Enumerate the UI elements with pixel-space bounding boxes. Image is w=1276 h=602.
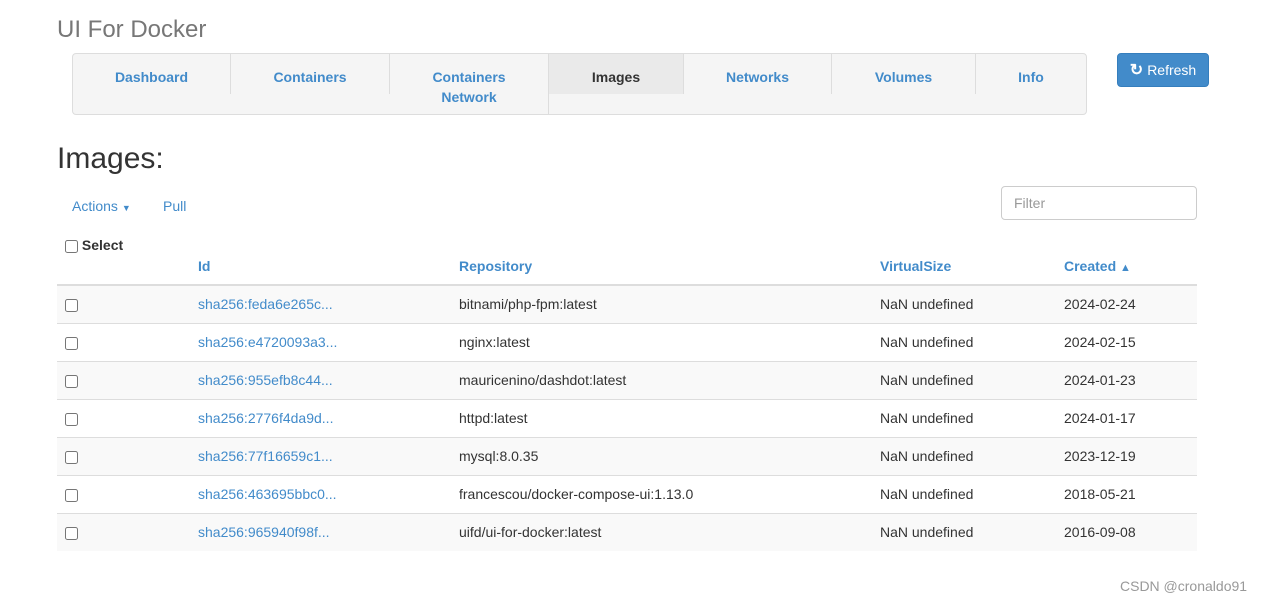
- table-row: sha256:77f16659c1... mysql:8.0.35 NaN un…: [57, 436, 1197, 475]
- images-table: Select Id Repository VirtualSize Created…: [57, 232, 1197, 551]
- size-cell: NaN undefined: [872, 360, 1056, 399]
- filter-input[interactable]: [1001, 186, 1197, 220]
- repository-header[interactable]: Repository: [451, 232, 872, 286]
- tab-dashboard[interactable]: Dashboard: [73, 54, 231, 94]
- repository-cell: mauricenino/dashdot:latest: [451, 360, 872, 399]
- tab-networks[interactable]: Networks: [684, 54, 832, 94]
- created-cell: 2018-05-21: [1056, 474, 1197, 513]
- row-checkbox[interactable]: [65, 412, 78, 426]
- id-header[interactable]: Id: [190, 232, 451, 286]
- repository-cell: nginx:latest: [451, 322, 872, 361]
- select-all-checkbox[interactable]: [65, 239, 78, 253]
- created-cell: 2024-02-24: [1056, 284, 1197, 323]
- image-id-link[interactable]: sha256:463695bbc0...: [198, 486, 337, 502]
- size-cell: NaN undefined: [872, 398, 1056, 437]
- repository-cell: bitnami/php-fpm:latest: [451, 284, 872, 323]
- repository-cell: francescou/docker-compose-ui:1.13.0: [451, 474, 872, 513]
- image-id-link[interactable]: sha256:2776f4da9d...: [198, 410, 333, 426]
- row-checkbox[interactable]: [65, 527, 78, 541]
- refresh-icon: ↻: [1129, 62, 1144, 79]
- virtualsize-header[interactable]: VirtualSize: [872, 232, 1056, 286]
- app-title: UI For Docker: [57, 16, 207, 43]
- image-id-link[interactable]: sha256:77f16659c1...: [198, 448, 333, 464]
- tab-volumes[interactable]: Volumes: [832, 54, 976, 94]
- size-cell: NaN undefined: [872, 474, 1056, 513]
- table-row: sha256:2776f4da9d... httpd:latest NaN un…: [57, 398, 1197, 437]
- image-id-link[interactable]: sha256:965940f98f...: [198, 524, 330, 540]
- size-cell: NaN undefined: [872, 284, 1056, 323]
- created-cell: 2024-02-15: [1056, 322, 1197, 361]
- created-cell: 2016-09-08: [1056, 512, 1197, 551]
- table-row: sha256:feda6e265c... bitnami/php-fpm:lat…: [57, 284, 1197, 323]
- refresh-button[interactable]: ↻ Refresh: [1117, 53, 1209, 87]
- repository-cell: httpd:latest: [451, 398, 872, 437]
- row-checkbox[interactable]: [65, 450, 78, 464]
- created-cell: 2023-12-19: [1056, 436, 1197, 475]
- pull-button[interactable]: Pull: [163, 198, 186, 214]
- main-nav: Dashboard Containers Containers Network …: [72, 53, 1087, 115]
- actions-dropdown[interactable]: Actions ▼: [72, 198, 131, 214]
- watermark: CSDN @cronaldo91: [1120, 578, 1248, 594]
- image-id-link[interactable]: sha256:955efb8c44...: [198, 372, 333, 388]
- tab-containers[interactable]: Containers: [231, 54, 390, 94]
- table-row: sha256:e4720093a3... nginx:latest NaN un…: [57, 322, 1197, 361]
- size-cell: NaN undefined: [872, 322, 1056, 361]
- tab-containers-network[interactable]: Containers Network: [390, 54, 549, 114]
- tab-images[interactable]: Images: [549, 54, 684, 94]
- table-row: sha256:955efb8c44... mauricenino/dashdot…: [57, 360, 1197, 399]
- repository-cell: uifd/ui-for-docker:latest: [451, 512, 872, 551]
- created-cell: 2024-01-23: [1056, 360, 1197, 399]
- size-cell: NaN undefined: [872, 512, 1056, 551]
- table-row: sha256:463695bbc0... francescou/docker-c…: [57, 474, 1197, 513]
- row-checkbox[interactable]: [65, 299, 78, 313]
- row-checkbox[interactable]: [65, 488, 78, 502]
- size-cell: NaN undefined: [872, 436, 1056, 475]
- row-checkbox[interactable]: [65, 336, 78, 350]
- page-title: Images:: [57, 142, 164, 175]
- row-checkbox[interactable]: [65, 374, 78, 388]
- created-header[interactable]: Created ▲: [1056, 232, 1197, 286]
- image-id-link[interactable]: sha256:e4720093a3...: [198, 334, 337, 350]
- tab-info[interactable]: Info: [976, 54, 1086, 94]
- caret-down-icon: ▼: [121, 203, 131, 213]
- select-all-header: Select: [57, 232, 190, 286]
- created-cell: 2024-01-17: [1056, 398, 1197, 437]
- image-id-link[interactable]: sha256:feda6e265c...: [198, 296, 333, 312]
- repository-cell: mysql:8.0.35: [451, 436, 872, 475]
- table-row: sha256:965940f98f... uifd/ui-for-docker:…: [57, 512, 1197, 551]
- sort-up-icon: ▲: [1120, 262, 1131, 274]
